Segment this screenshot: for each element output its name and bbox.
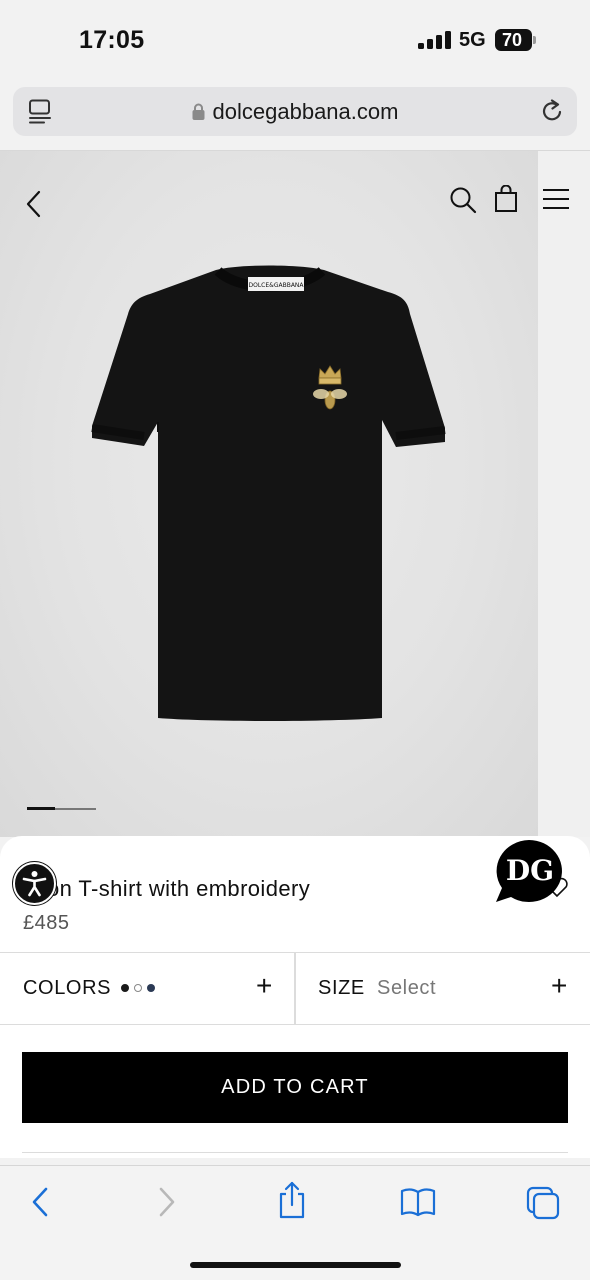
color-swatch[interactable] xyxy=(134,984,142,992)
colors-label[interactable]: COLORS xyxy=(23,977,111,1000)
reload-icon[interactable] xyxy=(540,99,564,124)
browser-back-icon[interactable] xyxy=(28,1183,52,1221)
accessibility-button[interactable] xyxy=(13,862,56,905)
tabs-icon[interactable] xyxy=(526,1186,560,1220)
options-row: COLORS + SIZE Select + xyxy=(0,952,590,1025)
search-icon[interactable] xyxy=(449,186,477,214)
browser-forward-icon[interactable] xyxy=(155,1183,179,1221)
product-price: £485 xyxy=(23,912,70,934)
accessibility-icon xyxy=(22,871,47,897)
options-divider xyxy=(294,953,296,1025)
bookmarks-icon[interactable] xyxy=(400,1187,436,1217)
chat-logo: DG xyxy=(506,854,554,887)
colors-expand-button[interactable]: + xyxy=(256,970,272,1002)
shirt-label: DOLCE&GABBANA xyxy=(248,282,304,289)
lock-icon xyxy=(192,103,205,120)
carousel-indicator-active xyxy=(27,807,55,810)
url-text: dolcegabbana.com xyxy=(212,99,399,124)
home-indicator xyxy=(190,1262,401,1268)
shopping-bag-icon[interactable] xyxy=(494,185,518,213)
product-name: tton T-shirt with embroidery xyxy=(34,876,311,901)
status-bar: 17:05 5G 70 xyxy=(0,0,590,80)
size-label[interactable]: SIZE xyxy=(318,977,365,1000)
status-time: 17:05 xyxy=(79,26,145,54)
hero-gutter xyxy=(538,151,590,837)
battery-icon: 70 xyxy=(495,29,536,51)
color-swatch[interactable] xyxy=(147,984,155,992)
address-bar[interactable]: dolcegabbana.com xyxy=(13,87,577,136)
size-select[interactable]: Select xyxy=(377,977,436,1000)
share-icon[interactable] xyxy=(277,1180,307,1220)
carousel-indicator[interactable] xyxy=(27,807,96,810)
back-icon[interactable] xyxy=(24,189,44,219)
size-expand-button[interactable]: + xyxy=(551,970,567,1002)
network-type: 5G xyxy=(459,29,486,51)
chat-button[interactable]: DG xyxy=(494,838,564,904)
battery-level: 70 xyxy=(501,30,523,50)
reader-icon[interactable] xyxy=(28,99,52,124)
color-swatch[interactable] xyxy=(121,984,129,992)
section-divider xyxy=(22,1152,568,1153)
signal-icon xyxy=(418,31,452,49)
add-to-cart-button[interactable]: ADD TO CART xyxy=(22,1052,568,1123)
product-image[interactable]: DOLCE&GABBANA xyxy=(88,262,448,724)
menu-icon[interactable] xyxy=(542,188,570,212)
